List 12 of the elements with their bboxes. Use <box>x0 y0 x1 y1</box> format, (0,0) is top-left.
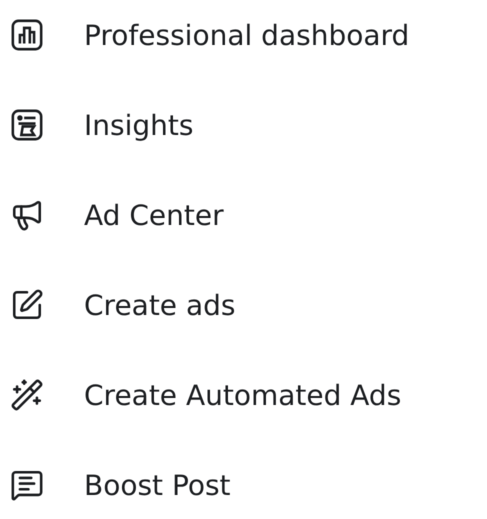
megaphone-icon <box>10 198 44 232</box>
menu-item[interactable]: Create Automated Ads <box>84 378 402 412</box>
pencil-square-icon <box>10 288 44 322</box>
menu-item[interactable]: Boost Post <box>84 468 231 502</box>
menu-item[interactable]: Professional dashboard <box>84 18 410 52</box>
magic-wand-icon <box>10 378 44 412</box>
menu-item[interactable]: Ad Center <box>84 198 224 232</box>
list-flag-icon <box>10 108 44 142</box>
menu-item[interactable]: Create ads <box>84 288 236 322</box>
bar-chart-icon <box>10 18 44 52</box>
speech-bubble-icon <box>10 468 44 502</box>
menu-item[interactable]: Insights <box>84 108 194 142</box>
